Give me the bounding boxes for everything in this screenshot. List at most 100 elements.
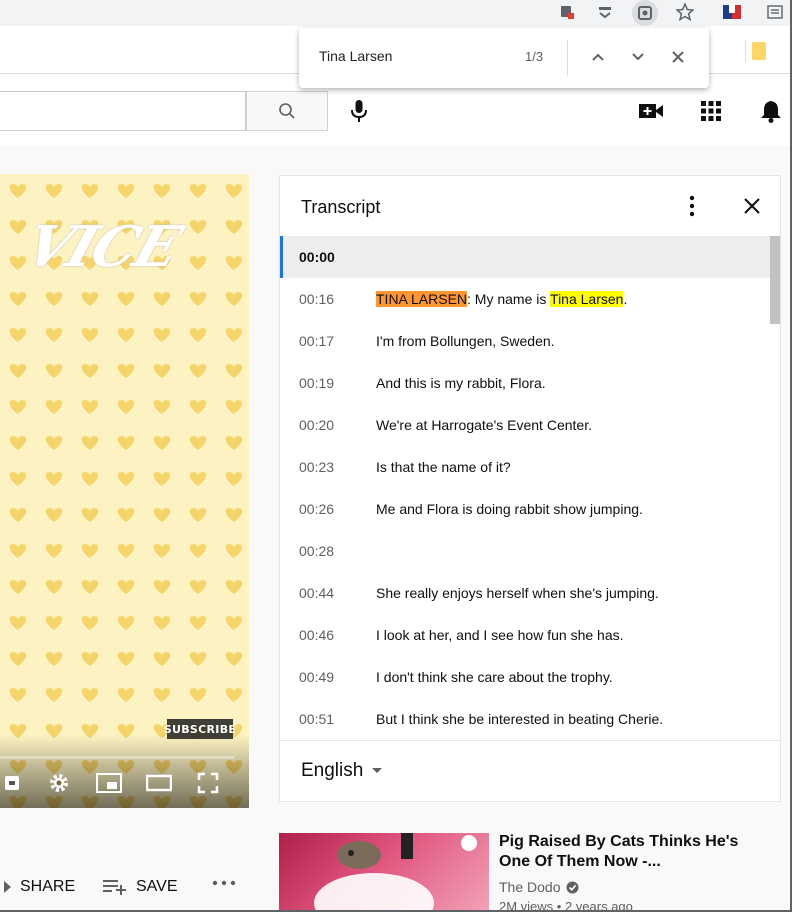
theater-mode-button[interactable] xyxy=(145,770,173,796)
playlist-add-icon xyxy=(103,880,126,895)
search-input[interactable] xyxy=(0,91,246,131)
recommended-video-thumbnail[interactable] xyxy=(279,833,489,910)
transcript-title: Transcript xyxy=(301,197,381,217)
transcript-header: Transcript xyxy=(280,176,780,236)
search-button[interactable] xyxy=(246,91,328,131)
browser-window: VICE SUBSCRIBE SHARE SAVE Transcript 00:… xyxy=(0,0,792,912)
recommended-video-title[interactable]: Pig Raised By Cats Thinks He's One Of Th… xyxy=(499,832,759,872)
segment-timestamp: 00:28 xyxy=(299,543,335,559)
transcript-segment[interactable]: 00:17 I'm from Bollungen, Sweden. xyxy=(280,320,770,362)
notifications-button[interactable] xyxy=(758,98,784,124)
segment-timestamp: 00:20 xyxy=(299,417,335,433)
close-icon xyxy=(672,51,684,63)
more-actions-button[interactable] xyxy=(212,880,236,886)
extension-download-icon[interactable] xyxy=(594,2,616,22)
more-horizontal-icon xyxy=(212,880,236,886)
segment-timestamp: 00:44 xyxy=(299,585,335,601)
segment-text: I'm from Bollungen, Sweden. xyxy=(376,333,555,349)
segment-timestamp: 00:19 xyxy=(299,375,335,391)
channel-name: The Dodo xyxy=(499,879,561,895)
save-button[interactable]: SAVE xyxy=(102,878,178,896)
find-bar-divider xyxy=(567,40,568,76)
settings-button[interactable] xyxy=(45,770,73,796)
transcript-segment[interactable]: 00:46 I look at her, and I see how fun s… xyxy=(280,614,770,656)
transcript-segment-list: 00:00 00:16 TINA LARSEN: My name is Tina… xyxy=(280,236,780,740)
browser-extension-bar xyxy=(0,0,790,26)
find-previous-button[interactable] xyxy=(587,46,609,68)
segment-timestamp: 00:17 xyxy=(299,333,335,349)
miniplayer-button[interactable] xyxy=(95,770,123,796)
create-video-button[interactable] xyxy=(638,98,664,124)
find-query-input[interactable]: Tina Larsen xyxy=(319,48,392,64)
segment-text: I don't think she care about the trophy. xyxy=(376,669,613,685)
transcript-footer: English xyxy=(280,740,780,802)
gear-icon xyxy=(50,774,68,792)
voice-search-button[interactable] xyxy=(346,96,372,126)
find-match-count: 1/3 xyxy=(525,49,544,64)
segment-text: I look at her, and I see how fun she has… xyxy=(376,627,624,643)
segment-text-part: : My name is xyxy=(467,291,551,307)
transcript-segment[interactable]: 00:51 But I think she be interested in b… xyxy=(280,698,770,740)
find-in-page-icon[interactable] xyxy=(632,0,658,26)
progress-bar[interactable] xyxy=(0,756,234,759)
apps-grid-icon xyxy=(701,101,721,121)
transcript-segment[interactable]: 00:00 xyxy=(280,236,770,278)
segment-timestamp: 00:26 xyxy=(299,501,335,517)
transcript-segment[interactable]: 00:26 Me and Flora is doing rabbit show … xyxy=(280,488,770,530)
vice-logo: VICE xyxy=(17,214,188,280)
transcript-more-button[interactable] xyxy=(680,194,704,218)
transcript-segment[interactable]: 00:16 TINA LARSEN: My name is Tina Larse… xyxy=(280,278,770,320)
chevron-down-icon xyxy=(632,53,644,61)
profile-icon[interactable] xyxy=(722,2,744,22)
captions-icon xyxy=(5,776,19,790)
segment-text: Is that the name of it? xyxy=(376,459,511,475)
transcript-segment[interactable]: 00:28 xyxy=(280,530,770,572)
search-icon xyxy=(279,103,295,119)
apps-grid-button[interactable] xyxy=(698,98,724,124)
segment-timestamp: 00:23 xyxy=(299,459,335,475)
more-vertical-icon xyxy=(689,195,695,217)
find-match-current: TINA LARSEN xyxy=(376,291,468,307)
thumbnail-image xyxy=(314,833,477,910)
reading-list-icon[interactable] xyxy=(764,2,786,22)
transcript-segment[interactable]: 00:20 We're at Harrogate's Event Center. xyxy=(280,404,770,446)
segment-timestamp: 00:00 xyxy=(299,249,335,265)
video-player[interactable]: VICE SUBSCRIBE xyxy=(0,174,249,808)
transcript-segment[interactable]: 00:44 She really enjoys herself when she… xyxy=(280,572,770,614)
find-next-button[interactable] xyxy=(627,46,649,68)
language-label: English xyxy=(301,760,364,781)
segment-text: But I think she be interested in beating… xyxy=(376,711,664,727)
language-selector[interactable]: English xyxy=(301,760,383,782)
share-button[interactable]: SHARE xyxy=(4,878,75,896)
segment-timestamp: 00:51 xyxy=(299,711,335,727)
segment-text: Me and Flora is doing rabbit show jumpin… xyxy=(376,501,643,517)
bookmark-star-icon[interactable] xyxy=(674,2,696,22)
transcript-segment[interactable]: 00:23 Is that the name of it? xyxy=(280,446,770,488)
bell-icon xyxy=(761,101,781,123)
video-camera-plus-icon xyxy=(639,104,663,118)
find-close-button[interactable] xyxy=(667,46,689,68)
miniplayer-icon xyxy=(96,773,122,793)
transcript-segment[interactable]: 00:49 I don't think she care about the t… xyxy=(280,656,770,698)
toolbar-divider xyxy=(745,40,746,62)
recommended-channel[interactable]: The Dodo xyxy=(499,879,579,895)
captions-button[interactable] xyxy=(0,770,28,796)
close-icon xyxy=(744,198,760,214)
segment-timestamp: 00:16 xyxy=(299,291,335,307)
transcript-scrollbar[interactable] xyxy=(770,236,780,324)
transcript-close-button[interactable] xyxy=(740,194,764,218)
extension-icon[interactable] xyxy=(556,2,578,22)
bookmark-folder-icon[interactable] xyxy=(752,42,766,60)
dropdown-arrow-icon xyxy=(372,768,383,773)
segment-text: And this is my rabbit, Flora. xyxy=(376,375,546,391)
fullscreen-button[interactable] xyxy=(194,770,222,796)
transcript-segment[interactable]: 00:19 And this is my rabbit, Flora. xyxy=(280,362,770,404)
subscribe-watermark-button[interactable]: SUBSCRIBE xyxy=(164,719,236,739)
microphone-icon xyxy=(351,100,367,122)
fullscreen-icon xyxy=(197,772,219,794)
share-icon xyxy=(4,881,11,893)
theater-mode-icon xyxy=(146,774,172,792)
transcript-panel: Transcript 00:00 00:16 TINA LARSEN: My n… xyxy=(279,175,781,802)
segment-timestamp: 00:49 xyxy=(299,669,335,685)
save-label: SAVE xyxy=(136,878,178,895)
